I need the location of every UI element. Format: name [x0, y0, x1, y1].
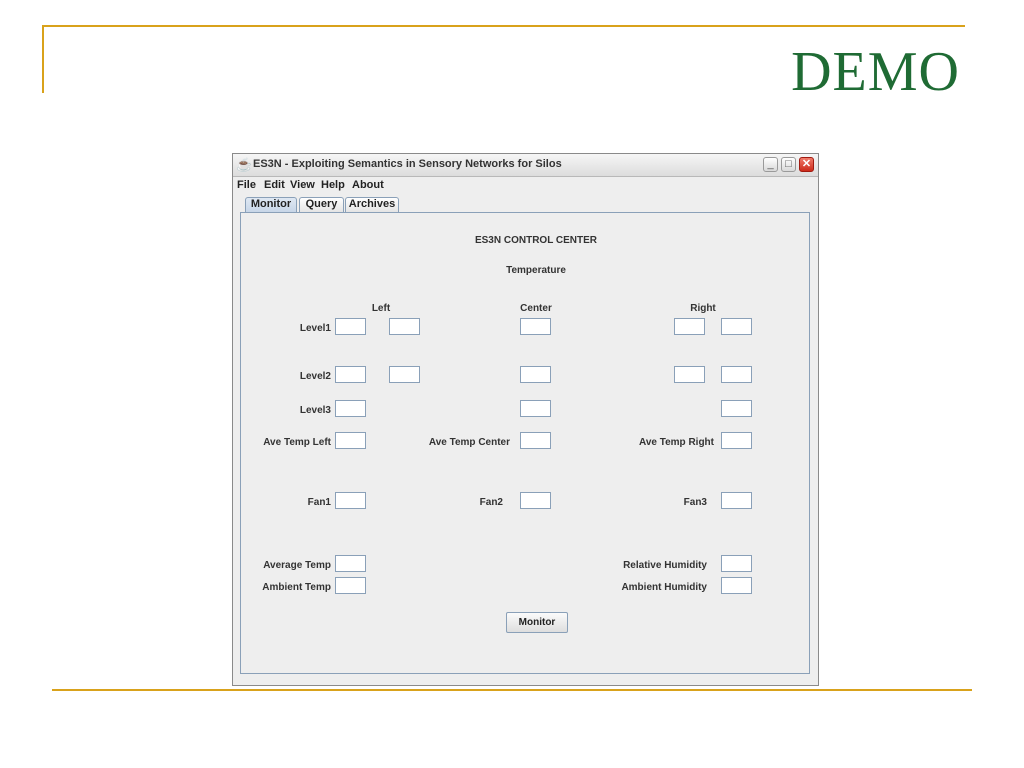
level3-left-field[interactable]: [335, 400, 366, 417]
minimize-icon[interactable]: _: [763, 157, 778, 172]
level2-right-b-field[interactable]: [721, 366, 752, 383]
menu-file[interactable]: File: [237, 179, 256, 191]
close-icon[interactable]: ✕: [799, 157, 814, 172]
maximize-icon[interactable]: □: [781, 157, 796, 172]
level2-left-b-field[interactable]: [389, 366, 420, 383]
fan3-field[interactable]: [721, 492, 752, 509]
column-right-label: Right: [690, 303, 716, 314]
level2-center-field[interactable]: [520, 366, 551, 383]
level2-label: Level2: [299, 371, 331, 382]
app-window: ☕ ES3N - Exploiting Semantics in Sensory…: [232, 153, 819, 686]
ave-temp-left-label: Ave Temp Left: [263, 437, 331, 448]
ambient-humidity-label: Ambient Humidity: [621, 582, 707, 593]
fan2-label: Fan2: [479, 497, 503, 508]
temperature-heading: Temperature: [506, 265, 566, 276]
ambient-humidity-field[interactable]: [721, 577, 752, 594]
menu-view[interactable]: View: [290, 179, 315, 191]
menu-about[interactable]: About: [352, 179, 384, 191]
menubar: File Edit View Help About: [233, 177, 818, 195]
fan1-label: Fan1: [307, 497, 331, 508]
java-icon: ☕: [236, 157, 253, 172]
level1-right-b-field[interactable]: [721, 318, 752, 335]
window-titlebar[interactable]: ☕ ES3N - Exploiting Semantics in Sensory…: [233, 154, 818, 177]
relative-humidity-label: Relative Humidity: [623, 560, 707, 571]
average-temp-field[interactable]: [335, 555, 366, 572]
level1-left-b-field[interactable]: [389, 318, 420, 335]
average-temp-label: Average Temp: [263, 560, 331, 571]
slide-top-rule: [42, 25, 965, 27]
tab-monitor[interactable]: Monitor: [245, 197, 297, 212]
ave-temp-left-field[interactable]: [335, 432, 366, 449]
level1-center-field[interactable]: [520, 318, 551, 335]
control-center-heading: ES3N CONTROL CENTER: [474, 235, 598, 246]
tab-query[interactable]: Query: [299, 197, 344, 212]
ave-temp-right-label: Ave Temp Right: [638, 437, 714, 448]
level2-left-a-field[interactable]: [335, 366, 366, 383]
slide-bottom-rule: [52, 689, 972, 691]
tab-archives[interactable]: Archives: [345, 197, 399, 212]
level3-label: Level3: [299, 405, 331, 416]
menu-help[interactable]: Help: [321, 179, 345, 191]
ave-temp-center-field[interactable]: [520, 432, 551, 449]
ave-temp-right-field[interactable]: [721, 432, 752, 449]
ambient-temp-field[interactable]: [335, 577, 366, 594]
window-title: ES3N - Exploiting Semantics in Sensory N…: [253, 158, 562, 170]
level1-label: Level1: [299, 323, 331, 334]
monitor-button[interactable]: Monitor: [506, 612, 568, 633]
slide-title: DEMO: [791, 41, 960, 103]
relative-humidity-field[interactable]: [721, 555, 752, 572]
menu-edit[interactable]: Edit: [264, 179, 285, 191]
slide-left-rule: [42, 25, 44, 93]
level1-left-a-field[interactable]: [335, 318, 366, 335]
fan3-label: Fan3: [683, 497, 707, 508]
monitor-panel: ES3N CONTROL CENTER Temperature Left Cen…: [240, 212, 810, 674]
level1-right-a-field[interactable]: [674, 318, 705, 335]
fan2-field[interactable]: [520, 492, 551, 509]
level2-right-a-field[interactable]: [674, 366, 705, 383]
level3-right-field[interactable]: [721, 400, 752, 417]
ave-temp-center-label: Ave Temp Center: [428, 437, 510, 448]
fan1-field[interactable]: [335, 492, 366, 509]
ambient-temp-label: Ambient Temp: [262, 582, 331, 593]
column-center-label: Center: [520, 303, 552, 314]
level3-center-field[interactable]: [520, 400, 551, 417]
column-left-label: Left: [371, 303, 391, 314]
